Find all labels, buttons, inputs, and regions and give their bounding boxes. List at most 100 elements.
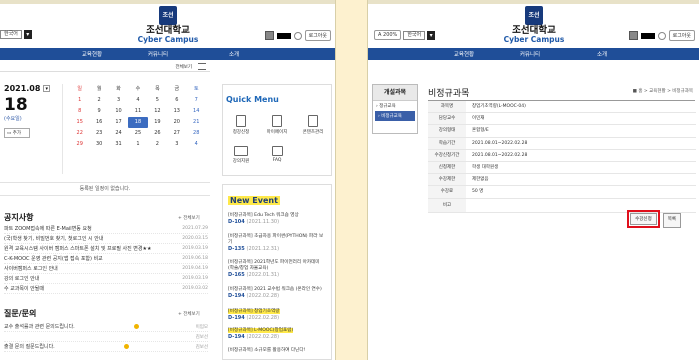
calendar-day[interactable]: 4 xyxy=(187,139,206,150)
calendar-day[interactable]: 31 xyxy=(109,139,128,150)
calendar-more-link[interactable]: 전체보기 xyxy=(175,64,192,70)
event-item-highlighted[interactable]: [비정규과목] 창업기초역량 D-194 (2022.02.28) xyxy=(228,309,326,322)
event-item[interactable]: [비정규과목] 2021 교수법 워크숍 (온라인 연수) D-194 (202… xyxy=(228,287,326,300)
calendar-week-row: 1234567 xyxy=(70,95,206,106)
qna-more-link[interactable]: + 전체보기 xyxy=(178,311,200,317)
apply-button[interactable]: 수강신청 xyxy=(630,213,657,225)
calendar-day[interactable]: 11 xyxy=(128,106,147,117)
quick-item-support[interactable]: 강의지원 xyxy=(226,146,256,164)
calendar-day[interactable]: 21 xyxy=(187,117,206,128)
side-item-regular[interactable]: › 정규교육 xyxy=(373,101,417,111)
nav-item-community[interactable]: 커뮤니티 xyxy=(520,50,540,58)
logout-button[interactable]: 로그아웃 xyxy=(668,30,695,41)
chevron-down-icon[interactable]: ▾ xyxy=(43,85,50,92)
calendar-day[interactable]: 23 xyxy=(89,128,108,139)
nav-item-education[interactable]: 교육현황 xyxy=(82,50,102,58)
calendar-day[interactable]: 27 xyxy=(167,128,186,139)
language-select[interactable]: 한국어 xyxy=(0,30,22,39)
list-item[interactable]: 사이버캠퍼스 로그인 안내 2019.04.19 xyxy=(4,264,208,274)
event-title: New Event xyxy=(228,196,280,205)
language-selector[interactable]: 한국어 ▾ xyxy=(0,30,32,39)
home-icon[interactable]: ■ xyxy=(633,89,637,94)
calendar-weeks: 1 2 3 4 5 6 7 8 9 10 11 12 13 14 15 16 17 18 19 20 21 22 23 24 2… xyxy=(70,95,206,150)
chevron-down-icon[interactable]: ▾ xyxy=(23,30,32,39)
list-icon[interactable] xyxy=(198,63,206,70)
nav-item-about[interactable]: 소개 xyxy=(229,50,239,58)
quick-item-enroll[interactable]: 청강신청 xyxy=(226,115,256,135)
list-button[interactable]: 목록 xyxy=(662,213,681,228)
calendar-day[interactable]: 1 xyxy=(128,139,147,150)
logout-button[interactable]: 로그아웃 xyxy=(304,30,331,41)
event-item[interactable]: [비정규과목] 2021학년도 파이먼러리 아카데미 (학술/창업 자율교육) … xyxy=(228,260,326,279)
list-item[interactable]: 출결 문의 질문드립니다. 김보선 xyxy=(4,342,208,352)
calendar-day[interactable]: 29 xyxy=(70,139,89,150)
notification-icon[interactable] xyxy=(657,31,666,40)
calendar-day[interactable]: 9 xyxy=(89,106,108,117)
list-item[interactable]: (국)학생 찾기, 비밀번호 찾기, 첫로그인 시 안내 2020.03.15 xyxy=(4,234,208,244)
language-select[interactable]: 한국어 xyxy=(403,30,426,40)
quick-item-faq[interactable]: FAQ xyxy=(262,146,292,163)
calendar-day[interactable]: 26 xyxy=(148,128,167,139)
event-item[interactable]: [비정규과목] 소규모를 활용하여 다닌다! xyxy=(228,348,326,354)
list-item[interactable]: 김보선 xyxy=(4,332,208,342)
year-month[interactable]: 2021.08 ▾ xyxy=(4,84,50,93)
language-selector[interactable]: A 200% 한국어 ▾ xyxy=(374,30,436,40)
list-item[interactable]: C-K-MOOC 운영 관련 공지(앱 접속 포함) 비교 2019.06.18 xyxy=(4,254,208,264)
nav-item-education[interactable]: 교육현황 xyxy=(454,50,474,58)
calendar-day[interactable]: 17 xyxy=(109,117,128,128)
right-screenshot: A 200% 한국어 ▾ 조선 조선대학교 Cyber Campus 로그아웃 … xyxy=(367,0,699,360)
calendar-day[interactable]: 15 xyxy=(70,117,89,128)
chevron-down-icon[interactable]: ▾ xyxy=(427,30,436,40)
calendar-day[interactable]: 4 xyxy=(128,95,147,106)
calendar-day[interactable]: 13 xyxy=(167,106,186,117)
calendar-day[interactable]: 28 xyxy=(187,128,206,139)
calendar-day[interactable]: 2 xyxy=(89,95,108,106)
user-icon[interactable] xyxy=(628,31,638,40)
calendar-day[interactable]: 3 xyxy=(167,139,186,150)
event-date: (2022.02.28) xyxy=(246,315,280,321)
calendar-day[interactable]: 1 xyxy=(70,95,89,106)
calendar-day[interactable]: 10 xyxy=(109,106,128,117)
list-item[interactable]: 교수 출석률과 관련 문의드립니다. 이입모 xyxy=(4,322,208,332)
calendar-day[interactable]: 2 xyxy=(148,139,167,150)
table-row: 학습기간 2021.08.01~2022.02.28 xyxy=(428,137,696,150)
calendar-day[interactable]: 16 xyxy=(89,117,108,128)
list-item[interactable]: 수 교과목이 안될때 2019.03.02 xyxy=(4,284,208,294)
window-frame xyxy=(368,0,699,4)
add-schedule-button[interactable]: ▭ 추가 xyxy=(4,128,30,138)
nav-item-community[interactable]: 커뮤니티 xyxy=(148,50,168,58)
quick-item-contents[interactable]: 콘텐츠관리 xyxy=(298,115,328,135)
list-item[interactable]: 원격 교육시스템 사이버 캠퍼스 스마트폰 설치 및 프로필 사진 변경★★ 20… xyxy=(4,244,208,254)
nav-item-about[interactable]: 소개 xyxy=(597,50,607,58)
list-item-title: 사이버캠퍼스 로그인 안내 xyxy=(4,266,58,272)
notification-icon[interactable] xyxy=(293,31,302,40)
list-item[interactable]: 파트 ZOOM접속에 따른 E-Mail변동 요청 2021.07.29 xyxy=(4,224,208,234)
event-item-highlighted[interactable]: [비정규과목] L-MOOC(창업포럼) D-194 (2022.02.28) xyxy=(228,328,326,341)
site-logo[interactable]: 조선 조선대학교 Cyber Campus xyxy=(499,6,569,44)
quick-item-mypage[interactable]: 마이페이지 xyxy=(262,115,292,135)
zoom-button[interactable]: A 200% xyxy=(374,30,402,40)
calendar-day[interactable]: 12 xyxy=(148,106,167,117)
calendar-day[interactable]: 8 xyxy=(70,106,89,117)
calendar-day[interactable]: 7 xyxy=(187,95,206,106)
user-icon[interactable] xyxy=(264,31,274,40)
calendar-day[interactable]: 24 xyxy=(109,128,128,139)
calendar-day[interactable]: 30 xyxy=(89,139,108,150)
list-item[interactable]: 강의 로그인 안내 2019.03.19 xyxy=(4,274,208,284)
calendar-day[interactable]: 25 xyxy=(128,128,147,139)
event-item[interactable]: [비정규과목] Edu Tech 워크숍 영상 D-104 (2021.11.3… xyxy=(228,213,326,226)
notice-more-link[interactable]: + 전체보기 xyxy=(178,215,200,221)
calendar-day[interactable]: 18 xyxy=(128,117,148,128)
site-logo[interactable]: 조선 조선대학교 Cyber Campus xyxy=(133,6,203,44)
calendar-day[interactable]: 6 xyxy=(167,95,186,106)
event-item[interactable]: [비정규과목] 초급자용 파이썬(PYTHON) 파라 보기 D-135 (20… xyxy=(228,234,326,253)
info-value: 2021.08.01~2022.02.28 xyxy=(472,152,528,158)
calendar-day[interactable]: 20 xyxy=(167,117,186,128)
side-item-nonregular[interactable]: › 비정규교육 xyxy=(375,111,415,121)
calendar-day[interactable]: 14 xyxy=(187,106,206,117)
calendar-day[interactable]: 22 xyxy=(70,128,89,139)
calendar-day[interactable]: 3 xyxy=(109,95,128,106)
calendar-day[interactable]: 19 xyxy=(148,117,167,128)
selected-date: 2021.08 ▾ 18 (수요일) ▭ 추가 xyxy=(4,84,50,138)
calendar-day[interactable]: 5 xyxy=(148,95,167,106)
